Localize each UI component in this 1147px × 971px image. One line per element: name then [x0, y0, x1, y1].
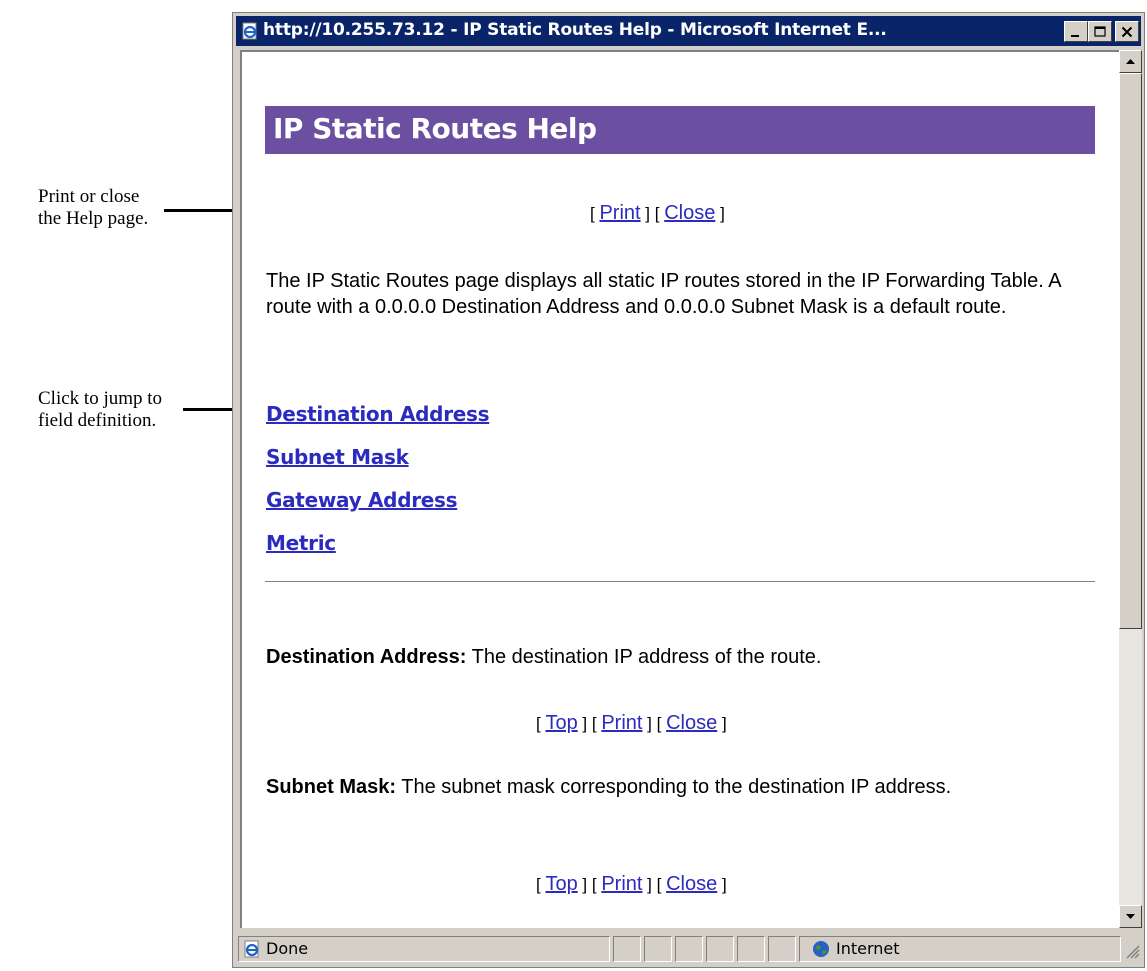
- status-text: Done: [266, 939, 309, 958]
- print-close-annotation: Print or close the Help page.: [38, 186, 148, 230]
- definition-term: Subnet Mask:: [266, 776, 397, 798]
- close-link[interactable]: Close: [664, 202, 715, 224]
- close-icon: [1121, 26, 1133, 38]
- link-subnet-mask[interactable]: Subnet Mask: [266, 445, 409, 469]
- top-link[interactable]: Top: [545, 873, 577, 895]
- status-cell: [737, 936, 765, 962]
- annotation-line: field definition.: [38, 410, 157, 431]
- close-link[interactable]: Close: [666, 873, 717, 895]
- definition-term: Destination Address:: [266, 646, 467, 668]
- status-panel: Done: [238, 936, 610, 962]
- top-link[interactable]: Top: [545, 712, 577, 734]
- definition-text: The destination IP address of the route.: [466, 646, 822, 668]
- page-done-icon: [244, 940, 259, 958]
- resize-grip-icon[interactable]: [1124, 943, 1140, 959]
- status-cell: [613, 936, 641, 962]
- scroll-up-button[interactable]: [1119, 50, 1142, 73]
- ie-page-icon: [242, 22, 257, 40]
- link-metric[interactable]: Metric: [266, 531, 336, 555]
- window-title: http://10.255.73.12 - IP Static Routes H…: [263, 20, 887, 40]
- page-title: IP Static Routes Help: [273, 112, 597, 145]
- scroll-thumb[interactable]: [1119, 73, 1142, 629]
- status-cell: [768, 936, 796, 962]
- zone-text: Internet: [836, 939, 900, 958]
- vertical-scrollbar[interactable]: [1119, 50, 1142, 928]
- annotation-line: Click to jump to: [38, 388, 163, 409]
- close-button[interactable]: [1115, 21, 1139, 42]
- divider: [265, 581, 1095, 583]
- scroll-down-button[interactable]: [1119, 905, 1142, 928]
- link-gateway-address[interactable]: Gateway Address: [266, 488, 458, 512]
- title-bar[interactable]: http://10.255.73.12 - IP Static Routes H…: [236, 16, 1141, 46]
- zone-panel: Internet: [799, 936, 1121, 962]
- arrow-up-icon: [1126, 59, 1135, 64]
- print-link[interactable]: Print: [599, 202, 640, 224]
- jump-annotation: Click to jump to field definition.: [38, 388, 162, 432]
- print-link[interactable]: Print: [601, 873, 642, 895]
- definition-text: The subnet mask corresponding to the des…: [396, 776, 952, 798]
- page-content: IP Static Routes Help [ Print ] [ Close …: [240, 50, 1119, 928]
- print-link[interactable]: Print: [601, 712, 642, 734]
- link-destination-address[interactable]: Destination Address: [266, 402, 490, 426]
- maximize-icon: [1094, 26, 1106, 37]
- maximize-button[interactable]: [1088, 21, 1112, 42]
- definition-subnet-mask: Subnet Mask: The subnet mask correspondi…: [266, 774, 1106, 800]
- definition-destination-address: Destination Address: The destination IP …: [266, 644, 1106, 670]
- globe-icon: [813, 941, 829, 957]
- status-cell: [675, 936, 703, 962]
- minimize-button[interactable]: [1064, 21, 1088, 42]
- heading-banner: IP Static Routes Help: [265, 106, 1095, 154]
- close-link[interactable]: Close: [666, 712, 717, 734]
- browser-window: http://10.255.73.12 - IP Static Routes H…: [232, 12, 1145, 968]
- intro-text: The IP Static Routes page displays all s…: [266, 270, 1061, 318]
- minimize-icon: [1071, 35, 1079, 37]
- arrow-down-icon: [1126, 914, 1135, 919]
- nav-links: [ Top ] [ Print ] [ Close ]: [536, 712, 727, 734]
- status-bar: Done Internet: [236, 933, 1141, 965]
- nav-links: [ Top ] [ Print ] [ Close ]: [536, 873, 727, 895]
- annotation-line: the Help page.: [38, 208, 149, 229]
- top-links: [ Print ] [ Close ]: [590, 202, 725, 224]
- status-cell: [644, 936, 672, 962]
- status-cell: [706, 936, 734, 962]
- annotation-line: Print or close: [38, 186, 140, 207]
